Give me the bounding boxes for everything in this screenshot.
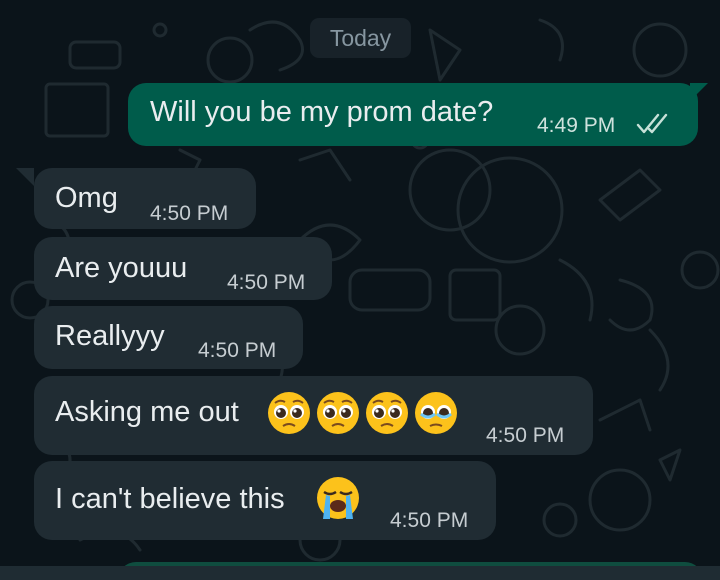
- message-text: I can't believe this: [55, 483, 285, 515]
- emoji-row: [266, 390, 459, 436]
- message-bubble-incoming[interactable]: I can't believe this 4:50 PM: [34, 461, 496, 540]
- pleading-face-emoji: [317, 392, 359, 434]
- face-holding-back-tears-emoji: [415, 392, 457, 434]
- message-time: 4:50 PM: [198, 339, 277, 362]
- message-text: Reallyyy: [55, 320, 165, 352]
- message-text: Are youuu: [55, 252, 188, 284]
- input-bar-edge: [0, 566, 720, 580]
- incoming-bubble-tail: [16, 168, 34, 186]
- message-bubble-incoming[interactable]: Are youuu 4:50 PM: [34, 237, 332, 300]
- message-time: 4:50 PM: [227, 271, 306, 294]
- message-time: 4:49 PM: [537, 114, 616, 137]
- pleading-face-emoji: [268, 392, 310, 434]
- message-time: 4:50 PM: [390, 509, 469, 532]
- loudly-crying-face-emoji: [317, 477, 359, 519]
- read-receipt-double-check-icon: [636, 113, 668, 134]
- pleading-face-emoji: [366, 392, 408, 434]
- message-time: 4:50 PM: [150, 202, 229, 225]
- message-bubble-incoming[interactable]: Omg 4:50 PM: [34, 168, 256, 229]
- message-bubble-incoming[interactable]: Asking me out 4:50 PM: [34, 376, 593, 455]
- message-text: Omg: [55, 182, 118, 214]
- message-text: Asking me out: [55, 396, 239, 428]
- message-bubble-outgoing[interactable]: Will you be my prom date? 4:49 PM: [128, 83, 698, 146]
- message-bubble-incoming[interactable]: Reallyyy 4:50 PM: [34, 306, 303, 369]
- message-text: Will you be my prom date?: [150, 96, 494, 128]
- message-time: 4:50 PM: [486, 424, 565, 447]
- date-divider: Today: [310, 18, 411, 58]
